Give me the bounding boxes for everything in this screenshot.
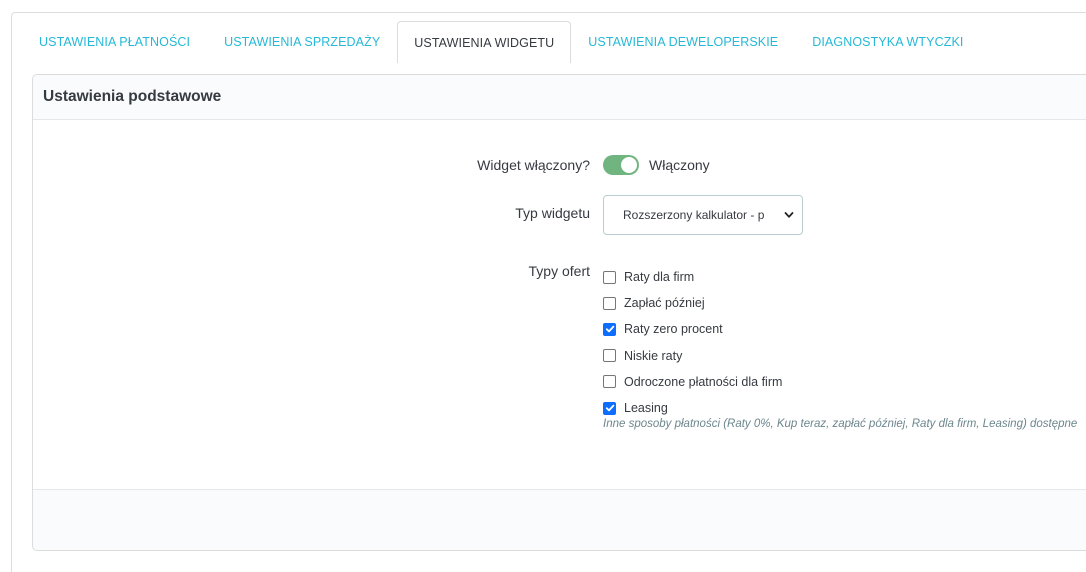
offer-type-label: Odroczone płatności dla firm [624,374,783,389]
checkmark-icon [605,326,614,333]
panel-footer [33,489,1086,550]
offer-type-label: Raty zero procent [624,322,723,337]
widget-type-label: Typ widgetu [515,205,590,221]
offer-type-label: Niskie raty [624,348,683,363]
offer-type-label: Zapłać później [624,296,705,311]
widget-type-select[interactable]: Rozszerzony kalkulator - p [603,195,803,235]
tab-sales-settings[interactable]: USTAWIENIA SPRZEDAŻY [207,21,397,62]
offer-type-option[interactable]: Odroczone płatności dla firm [603,369,782,395]
offer-type-option[interactable]: Raty zero procent [603,316,782,342]
tab-widget-settings[interactable]: USTAWIENIA WIDGETU [397,21,572,63]
tab-developer-settings[interactable]: USTAWIENIA DEWELOPERSKIE [571,21,795,62]
checkbox-zaplac-pozniej[interactable] [603,296,616,310]
offer-types-help-text: Inne sposoby płatności (Raty 0%, Kup ter… [603,418,1078,430]
offer-types-list: Raty dla firm Zapłać później Raty zero p… [603,264,782,421]
checkmark-icon [605,404,614,412]
widget-enabled-state: Włączony [649,157,710,173]
checkbox-raty-dla-firm[interactable] [603,270,616,284]
offer-type-option[interactable]: Zapłać później [603,290,782,316]
offer-type-option[interactable]: Niskie raty [603,343,782,369]
basic-settings-panel: Ustawienia podstawowe Widget włączony? W… [32,74,1086,551]
offer-types-label: Typy ofert [528,263,590,279]
checkbox-odroczone-platnosci[interactable] [603,375,616,389]
offer-type-label: Raty dla firm [624,270,695,285]
checkbox-raty-zero-procent[interactable] [603,322,616,336]
widget-type-selected: Rozszerzony kalkulator - p [623,208,765,222]
checkbox-niskie-raty[interactable] [603,349,616,363]
widget-enabled-label: Widget włączony? [477,157,590,173]
toggle-knob [621,157,637,173]
settings-tabs: USTAWIENIA PŁATNOŚCI USTAWIENIA SPRZEDAŻ… [22,21,980,63]
tab-plugin-diagnostics[interactable]: DIAGNOSTYKA WTYCZKI [795,21,980,62]
chevron-down-icon [784,212,794,218]
offer-type-label: Leasing [624,401,668,416]
checkbox-leasing[interactable] [603,401,616,415]
tab-payment-settings[interactable]: USTAWIENIA PŁATNOŚCI [22,21,207,62]
widget-enabled-field: Włączony [603,155,710,175]
panel-title: Ustawienia podstawowe [33,75,1086,120]
widget-enabled-toggle[interactable] [603,155,639,175]
offer-type-option[interactable]: Raty dla firm [603,264,782,290]
